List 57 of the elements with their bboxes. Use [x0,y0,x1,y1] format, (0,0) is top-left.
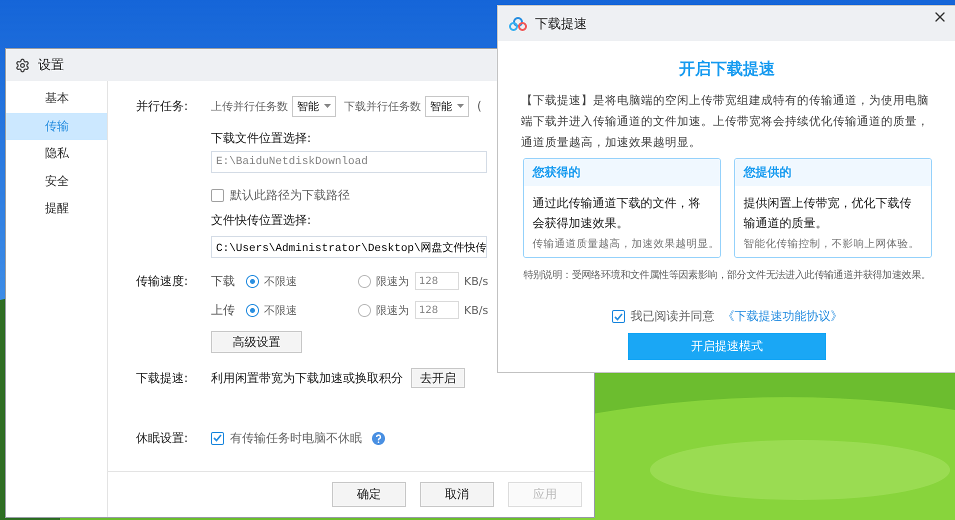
dropdown[interactable]: 智能 [292,96,336,116]
field-label: 文件快传位置选择: [211,212,312,228]
window-title: 设置 [38,57,64,74]
notice-text: 特别说明：受网络环境和文件属性等因素影响，部分文件无法进入此传输通道并获得加速效果。 [523,268,931,282]
card-text: 提供闲置上传带宽，优化下载传输通道的质量。 [742,195,912,232]
settings-icon [15,58,30,72]
field-label: 并行任务: [136,98,190,114]
checkbox-label: 有传输任务时电脑不休眠 [230,430,362,446]
advanced-settings-button[interactable]: 高级设置 [211,331,302,353]
window-title: 下载提速 [535,16,587,32]
radio-label: 限速为 [376,302,409,318]
footer-button[interactable]: 取消 [420,482,494,507]
checkbox[interactable] [612,310,624,323]
unit-label: KB/s [464,274,488,288]
checkbox[interactable] [211,188,224,202]
field-label: 上传并行任务数 [211,98,288,114]
caret-icon [324,104,331,108]
cloud-logo-icon [509,16,527,30]
card-note: 传输通道质量越高，加速效果越明显。 [532,237,720,251]
footer-button[interactable]: 确定 [332,482,406,507]
radio-label: 限速为 [376,274,409,288]
field-label: 传输速度: [136,272,190,290]
card-title: 您提供的 [734,159,930,186]
input-field[interactable]: 128 [415,272,459,290]
sidebar-item[interactable]: 隐私 [6,140,107,168]
hint-text: ( [477,99,482,113]
enable-button[interactable]: 去开启 [411,368,465,388]
sidebar-item[interactable]: 安全 [6,168,107,195]
card-note: 智能化传输控制，不影响上网体验。 [742,237,920,251]
field-label: 下载并行任务数 [344,98,421,114]
checkbox-label: 默认此路径为下载路径 [230,186,350,204]
intro-text: 【下载提速】是将电脑端的空闲上传带宽组建成特有的传输通道，为使用电脑端下载并进入传输通道的文件加速。上传带宽将会持续优化传输通道的质量，通道质量越高，加速效果越明显。 [521,92,930,151]
dialog-heading: 开启下载提速 [679,59,775,80]
field-label: 休眠设置: [136,430,190,446]
radio-button[interactable] [246,304,259,316]
sidebar-item[interactable]: 基本 [6,85,107,112]
radio-label: 不限速 [264,302,297,318]
radio-button[interactable] [246,274,259,288]
input-field[interactable]: C:\Users\Administrator\Desktop\网盘文件快传 [211,236,487,258]
radio-label: 不限速 [264,274,297,288]
card-title: 您获得的 [524,159,720,186]
direction-label: 下载 [211,272,236,290]
radio-button[interactable] [358,274,371,288]
unit-label: KB/s [464,304,488,316]
field-label: 下载提速: [136,370,190,386]
card-text: 通过此传输通道下载的文件，将会获得加速效果。 [532,195,702,232]
radio-button[interactable] [358,304,371,316]
field-label: 下载文件位置选择: [211,130,312,146]
checkbox-label: 我已阅读并同意 [630,308,714,325]
caret-icon [457,104,464,108]
input-field[interactable]: 128 [415,301,459,319]
dropdown[interactable]: 智能 [425,96,469,116]
description-text: 利用闲置带宽为下载加速或换取积分 [211,370,403,386]
help-icon[interactable] [372,432,385,444]
direction-label: 上传 [211,302,236,318]
sidebar-item[interactable]: 提醒 [6,195,107,222]
checkbox[interactable] [211,432,224,444]
